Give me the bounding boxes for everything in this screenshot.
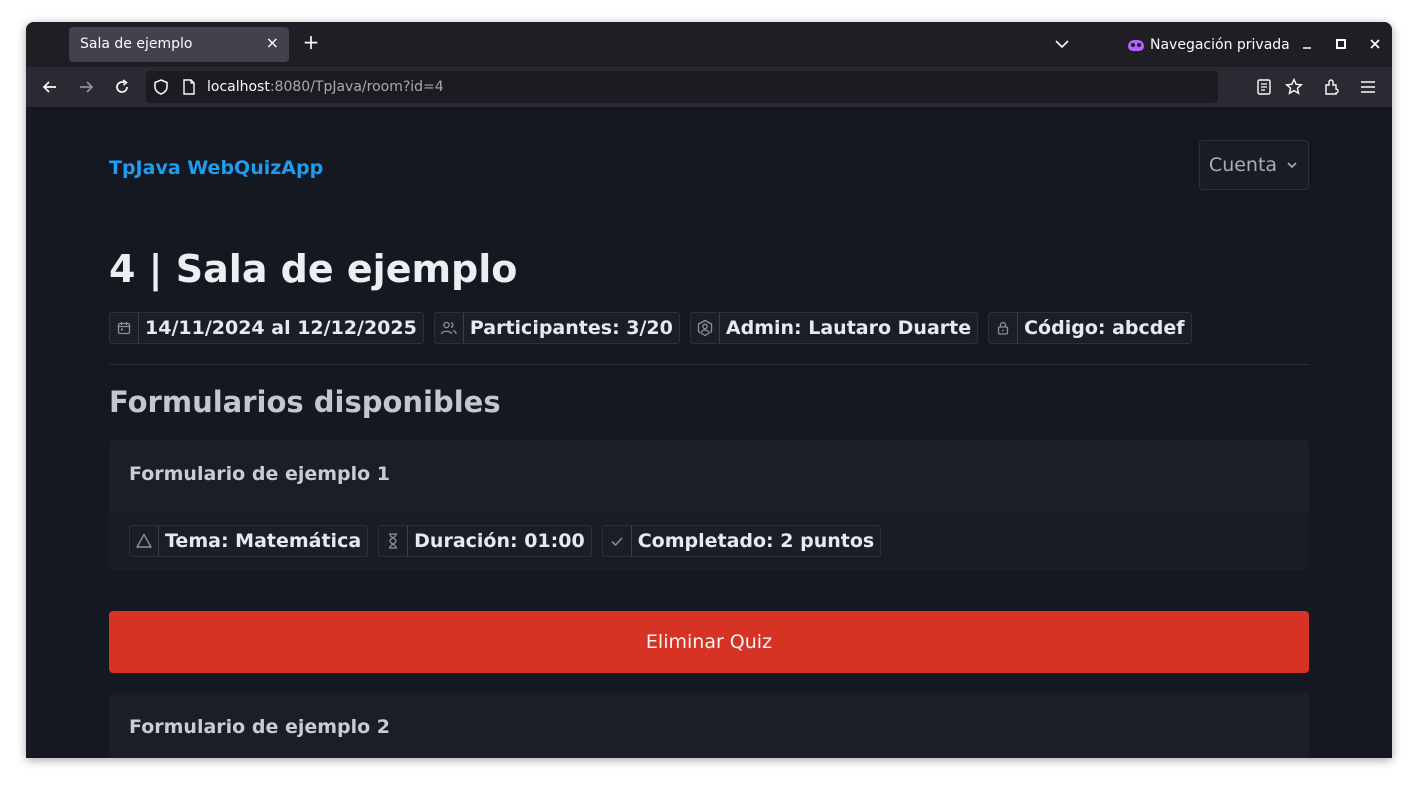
form-title: Formulario de ejemplo 2 bbox=[129, 716, 391, 738]
room-dates-chip: 14/11/2024 al 12/12/2025 bbox=[109, 312, 424, 344]
private-mask-icon bbox=[1128, 39, 1144, 51]
check-icon bbox=[603, 526, 632, 556]
form-card: Formulario de ejemplo 2 bbox=[109, 693, 1309, 758]
tab-title: Sala de ejemplo bbox=[80, 36, 193, 52]
shield-icon[interactable] bbox=[152, 78, 170, 96]
bookmark-star-icon[interactable] bbox=[1284, 77, 1304, 97]
form-card-body: Tema: Matemática Duración: 01:00 Complet… bbox=[109, 510, 1309, 569]
maximize-icon[interactable] bbox=[1331, 34, 1351, 54]
form-card: Formulario de ejemplo 1 Tema: Matemática… bbox=[109, 440, 1309, 570]
page-icon[interactable] bbox=[180, 78, 198, 96]
browser-window: Sala de ejemplo × + Navegación privada l… bbox=[26, 22, 1392, 758]
forward-icon[interactable] bbox=[75, 76, 97, 98]
access-code: Código: abcdef bbox=[1024, 317, 1185, 339]
brand-link[interactable]: TpJava WebQuizApp bbox=[109, 157, 323, 179]
navigation-toolbar: localhost:8080/TpJava/room?id=4 bbox=[26, 67, 1392, 107]
users-icon bbox=[435, 313, 464, 343]
form-status-chip: Completado: 2 puntos bbox=[601, 525, 882, 557]
minimize-icon[interactable] bbox=[1297, 34, 1317, 54]
url-bar[interactable]: localhost:8080/TpJava/room?id=4 bbox=[146, 71, 1303, 103]
page-title: 4 | Sala de ejemplo bbox=[109, 247, 518, 291]
admin-chip: Admin: Lautaro Duarte bbox=[689, 312, 979, 344]
extensions-icon[interactable] bbox=[1322, 77, 1342, 97]
form-title: Formulario de ejemplo 1 bbox=[129, 463, 391, 485]
reader-view-icon[interactable] bbox=[1255, 78, 1273, 96]
triangle-icon bbox=[130, 526, 159, 556]
private-browsing-indicator: Navegación privada bbox=[1128, 35, 1290, 55]
form-duration-chip: Duración: 01:00 bbox=[378, 525, 592, 557]
forms-section-title: Formularios disponibles bbox=[109, 385, 501, 419]
tab-close-icon[interactable]: × bbox=[266, 33, 279, 52]
menu-icon[interactable] bbox=[1358, 77, 1378, 97]
delete-quiz-button[interactable]: Eliminar Quiz bbox=[109, 611, 1309, 673]
page-content: TpJava WebQuizApp Cuenta 4 | Sala de eje… bbox=[26, 107, 1392, 758]
private-label: Navegación privada bbox=[1150, 37, 1290, 53]
participants-count: Participantes: 3/20 bbox=[469, 317, 673, 339]
back-icon[interactable] bbox=[39, 76, 61, 98]
chevron-down-icon bbox=[1285, 158, 1299, 172]
form-status: Completado: 2 puntos bbox=[637, 530, 875, 552]
account-label: Cuenta bbox=[1208, 154, 1278, 176]
participants-chip: Participantes: 3/20 bbox=[433, 312, 680, 344]
account-dropdown-button[interactable]: Cuenta bbox=[1199, 140, 1309, 190]
new-tab-button[interactable]: + bbox=[300, 31, 322, 53]
tab-strip: Sala de ejemplo × + Navegación privada bbox=[26, 22, 1392, 67]
access-code-chip: Código: abcdef bbox=[988, 312, 1192, 344]
section-divider bbox=[109, 364, 1309, 365]
hourglass-icon bbox=[379, 526, 409, 556]
lock-icon bbox=[989, 313, 1019, 343]
form-duration: Duración: 01:00 bbox=[414, 530, 585, 552]
list-all-tabs-icon[interactable] bbox=[1052, 34, 1072, 54]
url-path: :8080/TpJava/room?id=4 bbox=[269, 79, 444, 95]
reload-icon[interactable] bbox=[111, 76, 133, 98]
admin-badge-icon bbox=[691, 313, 720, 343]
form-topic-chip: Tema: Matemática bbox=[129, 525, 369, 557]
close-window-icon[interactable] bbox=[1365, 34, 1385, 54]
form-topic: Tema: Matemática bbox=[165, 530, 362, 552]
admin-name: Admin: Lautaro Duarte bbox=[725, 317, 972, 339]
url-text[interactable]: localhost:8080/TpJava/room?id=4 bbox=[207, 79, 444, 95]
browser-tab[interactable]: Sala de ejemplo × bbox=[69, 27, 289, 62]
room-info-chips: 14/11/2024 al 12/12/2025 Participantes: … bbox=[109, 312, 1192, 344]
calendar-icon bbox=[110, 313, 139, 343]
room-dates: 14/11/2024 al 12/12/2025 bbox=[145, 317, 417, 339]
form-info-chips: Tema: Matemática Duración: 01:00 Complet… bbox=[129, 525, 882, 557]
url-host: localhost bbox=[207, 79, 270, 95]
